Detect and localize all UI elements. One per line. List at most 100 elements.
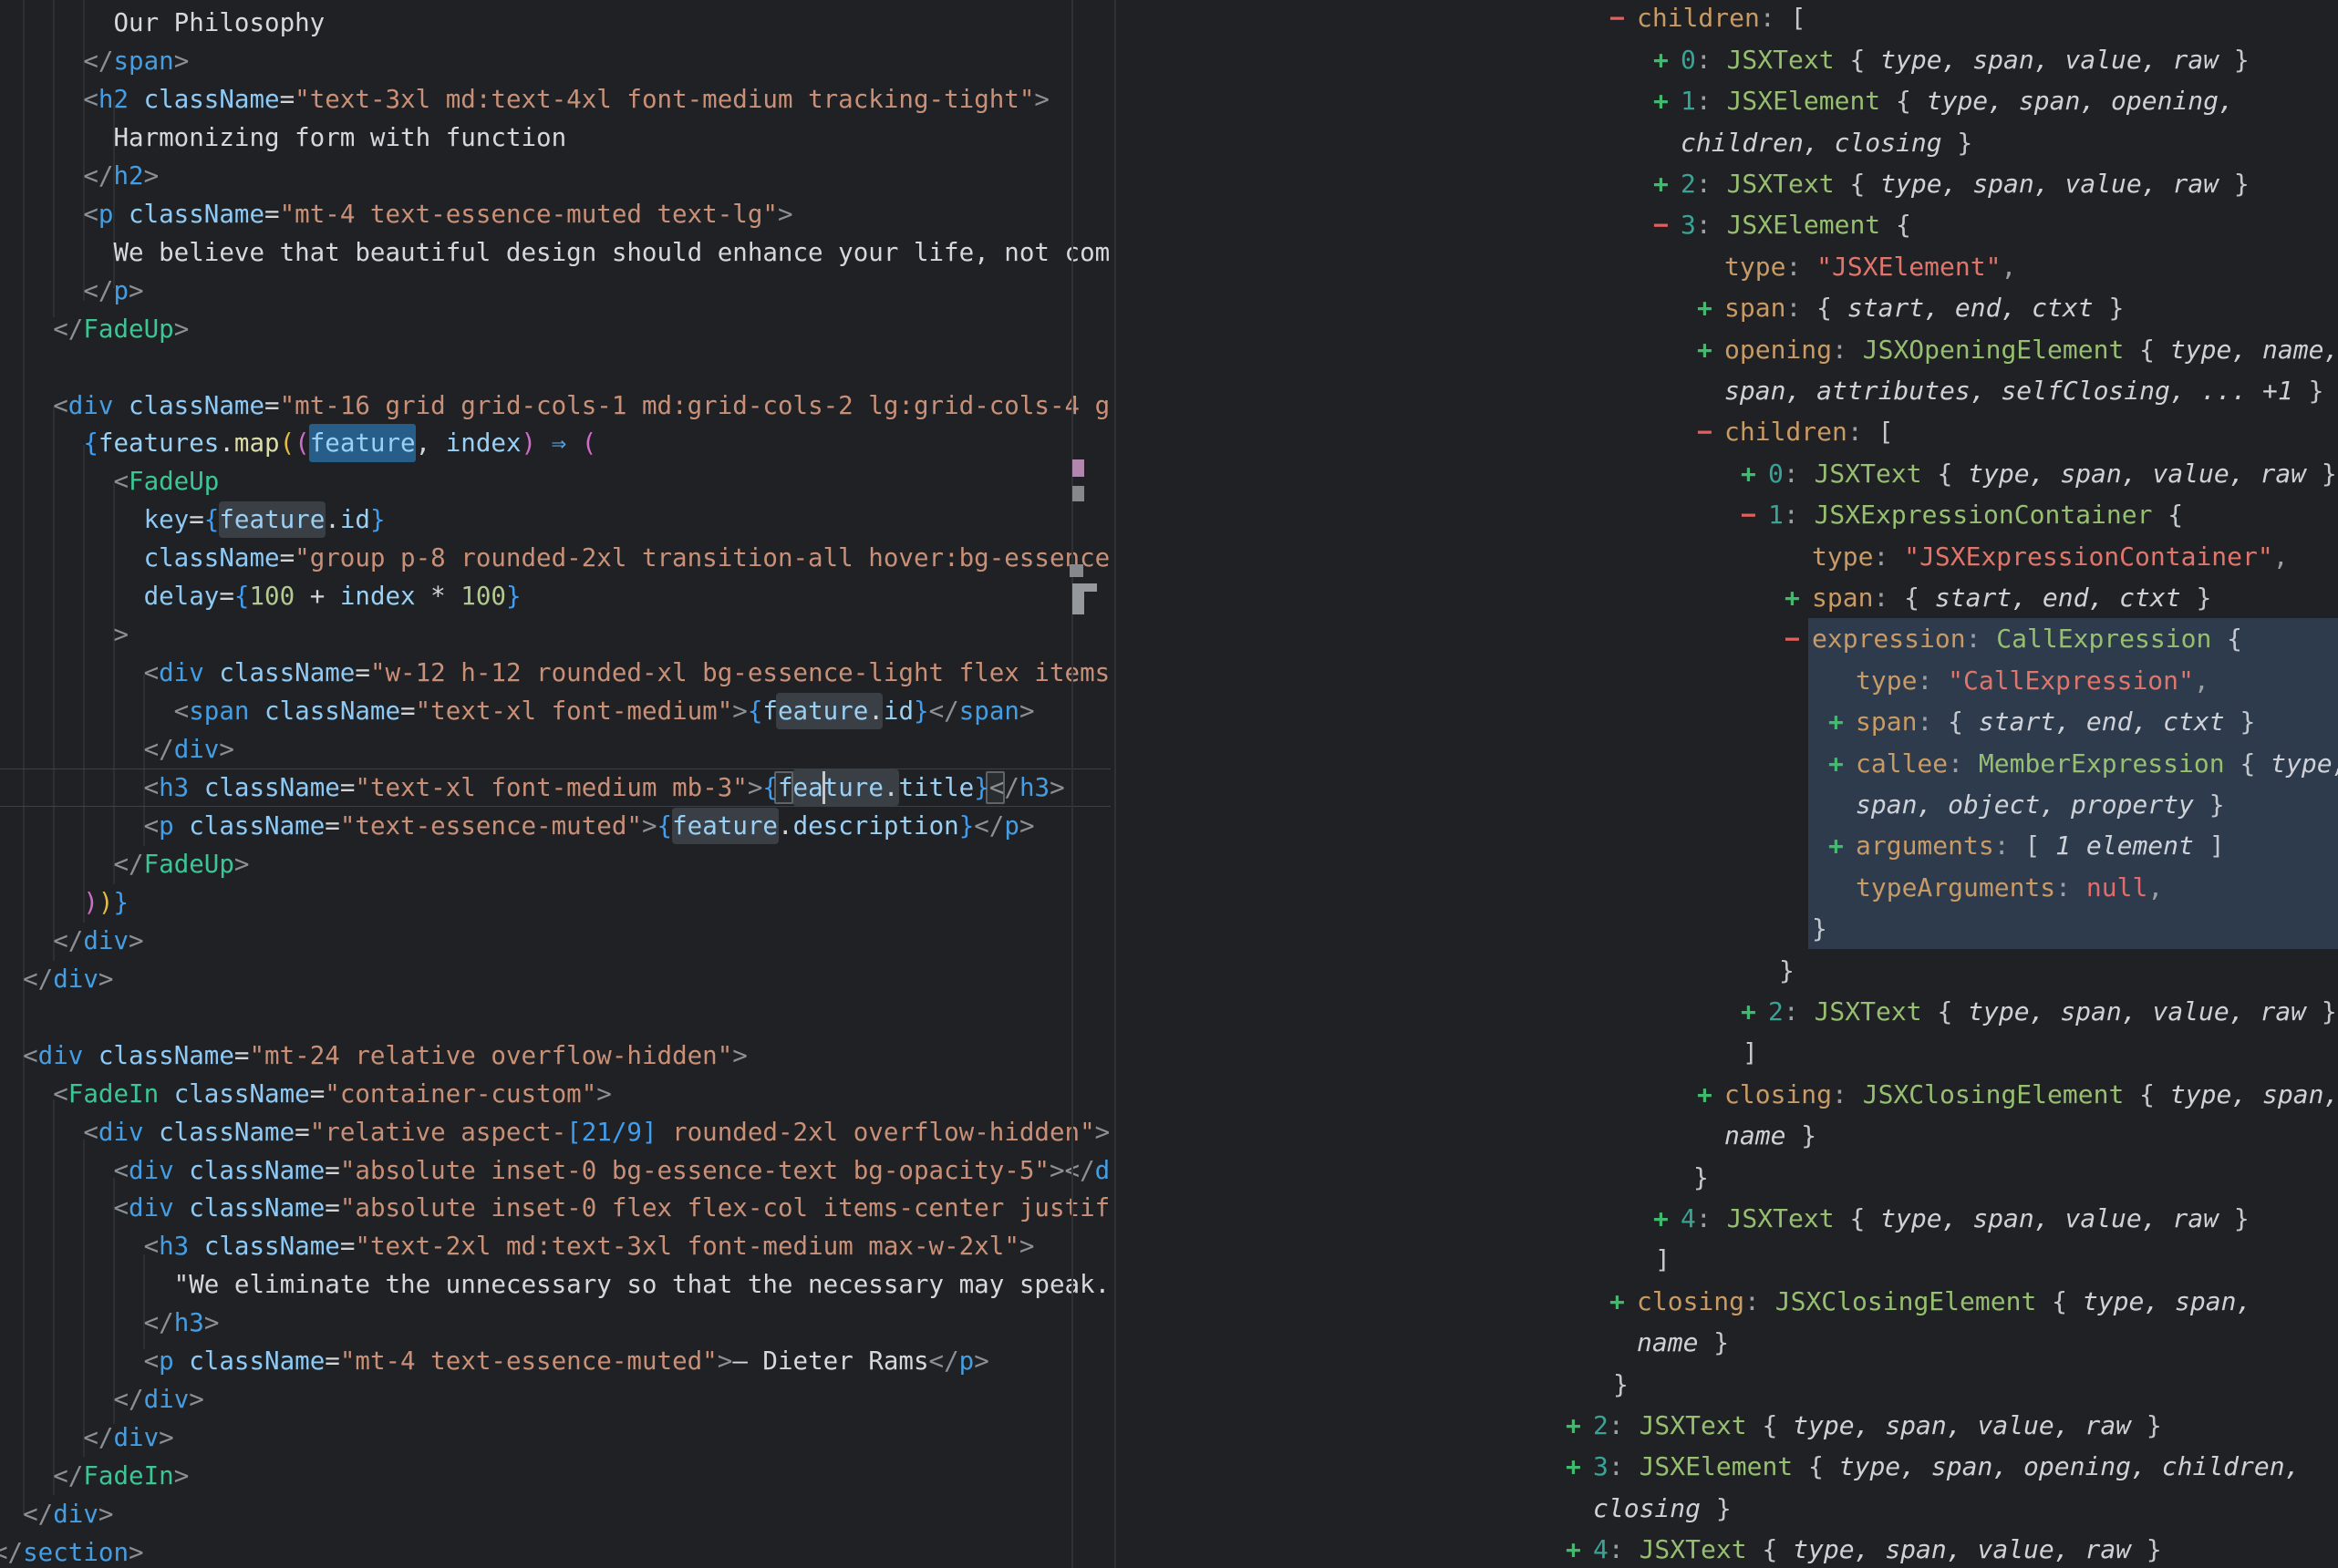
ast-token: : [1832,335,1863,365]
ast-token: : [1847,417,1878,447]
ast-row[interactable]: } [0,1157,2338,1198]
expand-toggle-icon[interactable]: + [1741,991,1756,1032]
expand-toggle-icon[interactable]: + [1566,1405,1581,1446]
ast-token: { [1880,86,1927,116]
ast-token: : [1744,1286,1775,1316]
ast-row[interactable]: −3: JSXElement { [0,204,2338,245]
ast-token: : [1784,996,1815,1026]
ast-row[interactable]: ] [0,1032,2338,1073]
ast-row[interactable]: + callee: MemberExpression { type, [0,743,2338,784]
ast-row[interactable]: −children: [ [0,411,2338,452]
ast-row[interactable]: span, attributes, selfClosing, ... +1 } [0,370,2338,411]
expand-toggle-icon[interactable]: + [1828,701,1844,742]
ast-token: span [1812,583,1873,613]
expand-toggle-icon[interactable]: + [1785,577,1800,618]
ast-row[interactable]: −expression: CallExpression { [0,618,2338,659]
ast-token: JSXText [1640,1410,1747,1440]
collapse-toggle-icon[interactable]: − [1609,0,1625,39]
ast-token: type, span, value, raw [1880,1203,2219,1233]
expand-toggle-icon[interactable]: + [1653,163,1669,204]
ast-token: } [2306,459,2337,489]
ast-token: children, closing [1681,128,1942,158]
expand-toggle-icon[interactable]: + [1828,825,1844,866]
ast-row[interactable]: name } [0,1322,2338,1363]
ast-token: : [1784,500,1815,530]
expand-toggle-icon[interactable]: + [1828,743,1844,784]
ast-row-text: 4: JSXText { type, span, value, raw } [1681,1198,2250,1239]
ast-token: type, span, [2170,1079,2338,1109]
ast-token: CallExpression [1996,624,2211,654]
ast-row-text: callee: MemberExpression { type, [1856,743,2338,784]
expand-toggle-icon[interactable]: + [1653,1198,1669,1239]
ast-row[interactable]: +opening: JSXOpeningElement { type, name… [0,329,2338,370]
ast-token: { [1922,459,1969,489]
ast-row[interactable]: name } [0,1115,2338,1156]
ast-token: expression [1812,624,1966,654]
expand-toggle-icon[interactable]: + [1566,1446,1581,1487]
ast-token: [ [2024,830,2055,861]
expand-toggle-icon[interactable]: + [1566,1529,1581,1568]
ast-row[interactable]: +span: { start, end, ctxt } [0,701,2338,742]
ast-row[interactable]: +2: JSXText { type, span, value, raw } [0,163,2338,204]
ast-row[interactable]: span, object, property } [0,784,2338,825]
ast-token: { [1816,293,1847,323]
ast-row[interactable]: } [0,1364,2338,1405]
ast-row[interactable]: } [0,950,2338,991]
collapse-toggle-icon[interactable]: − [1785,618,1800,659]
collapse-toggle-icon[interactable]: − [1741,494,1756,535]
ast-row[interactable]: +1: JSXElement { type, span, opening, [0,80,2338,121]
collapse-toggle-icon[interactable]: − [1653,204,1669,245]
ast-row[interactable]: type: "JSXExpressionContainer", [0,536,2338,577]
ast-row[interactable]: +span: { start, end, ctxt } [0,577,2338,618]
ast-row-text: } [1812,908,1827,949]
ast-row[interactable]: +4: JSXText { type, span, value, raw } [0,1529,2338,1568]
ast-row-text: span, object, property } [1856,784,2225,825]
ast-row-text: name } [1724,1115,1816,1156]
ast-row[interactable]: +2: JSXText { type, span, value, raw } [0,1405,2338,1446]
ast-token: , [2273,542,2289,572]
ast-row[interactable]: type: "CallExpression", [0,660,2338,701]
ast-token: JSXElement [1640,1451,1794,1481]
ast-row[interactable]: +0: JSXText { type, span, value, raw } [0,39,2338,80]
ast-token: } [2293,376,2324,406]
ast-row[interactable]: −children: [ [0,0,2338,39]
expand-toggle-icon[interactable]: + [1697,287,1712,328]
ast-token: JSXElement [1727,86,1881,116]
ast-row[interactable]: ] [0,1239,2338,1280]
ast-row[interactable]: +4: JSXText { type, span, value, raw } [0,1198,2338,1239]
ast-token: { [2152,500,2183,530]
ast-row[interactable]: + span: { start, end, ctxt } [0,287,2338,328]
ast-token: JSXText [1640,1534,1747,1564]
ast-row-text: ] [1655,1239,1671,1280]
expand-toggle-icon[interactable]: + [1653,80,1669,121]
ast-row[interactable]: } [0,908,2338,949]
ast-row-text: type: "CallExpression", [1856,660,2209,701]
ast-token: type, span, [2083,1286,2251,1316]
ast-row[interactable]: −1: JSXExpressionContainer { [0,494,2338,535]
expand-toggle-icon[interactable]: + [1609,1281,1625,1322]
ast-row[interactable]: closing } [0,1488,2338,1529]
ast-token: } [2219,169,2250,199]
expand-toggle-icon[interactable]: + [1697,1074,1712,1115]
ast-row[interactable]: +closing: JSXClosingElement { type, span… [0,1074,2338,1115]
ast-row[interactable]: children, closing } [0,122,2338,163]
ast-row[interactable]: +arguments: [ 1 element ] [0,825,2338,866]
ast-row[interactable]: +3: JSXElement { type, span, opening, ch… [0,1446,2338,1487]
ast-token: { [2225,748,2271,779]
expand-toggle-icon[interactable]: + [1741,453,1756,494]
collapse-toggle-icon[interactable]: − [1697,411,1712,452]
ast-row-text: span: { start, end, ctxt } [1724,287,2124,328]
expand-toggle-icon[interactable]: + [1697,329,1712,370]
ast-row[interactable]: +2: JSXText { type, span, value, raw } [0,991,2338,1032]
expand-toggle-icon[interactable]: + [1653,39,1669,80]
ast-row[interactable]: +closing: JSXClosingElement { type, span… [0,1281,2338,1322]
ast-token: JSXOpeningElement [1863,335,2125,365]
ast-token: JSXText [1727,1203,1835,1233]
ast-row[interactable]: +0: JSXText { type, span, value, raw } [0,453,2338,494]
ast-token: JSXClosingElement [1863,1079,2125,1109]
ast-token: type, span, opening, children, [1839,1451,2301,1481]
ast-row[interactable]: typeArguments: null, [0,867,2338,908]
ast-token: : [1696,169,1727,199]
ast-token: span, object, property [1856,789,2194,820]
ast-row[interactable]: type: "JSXElement", [0,246,2338,287]
